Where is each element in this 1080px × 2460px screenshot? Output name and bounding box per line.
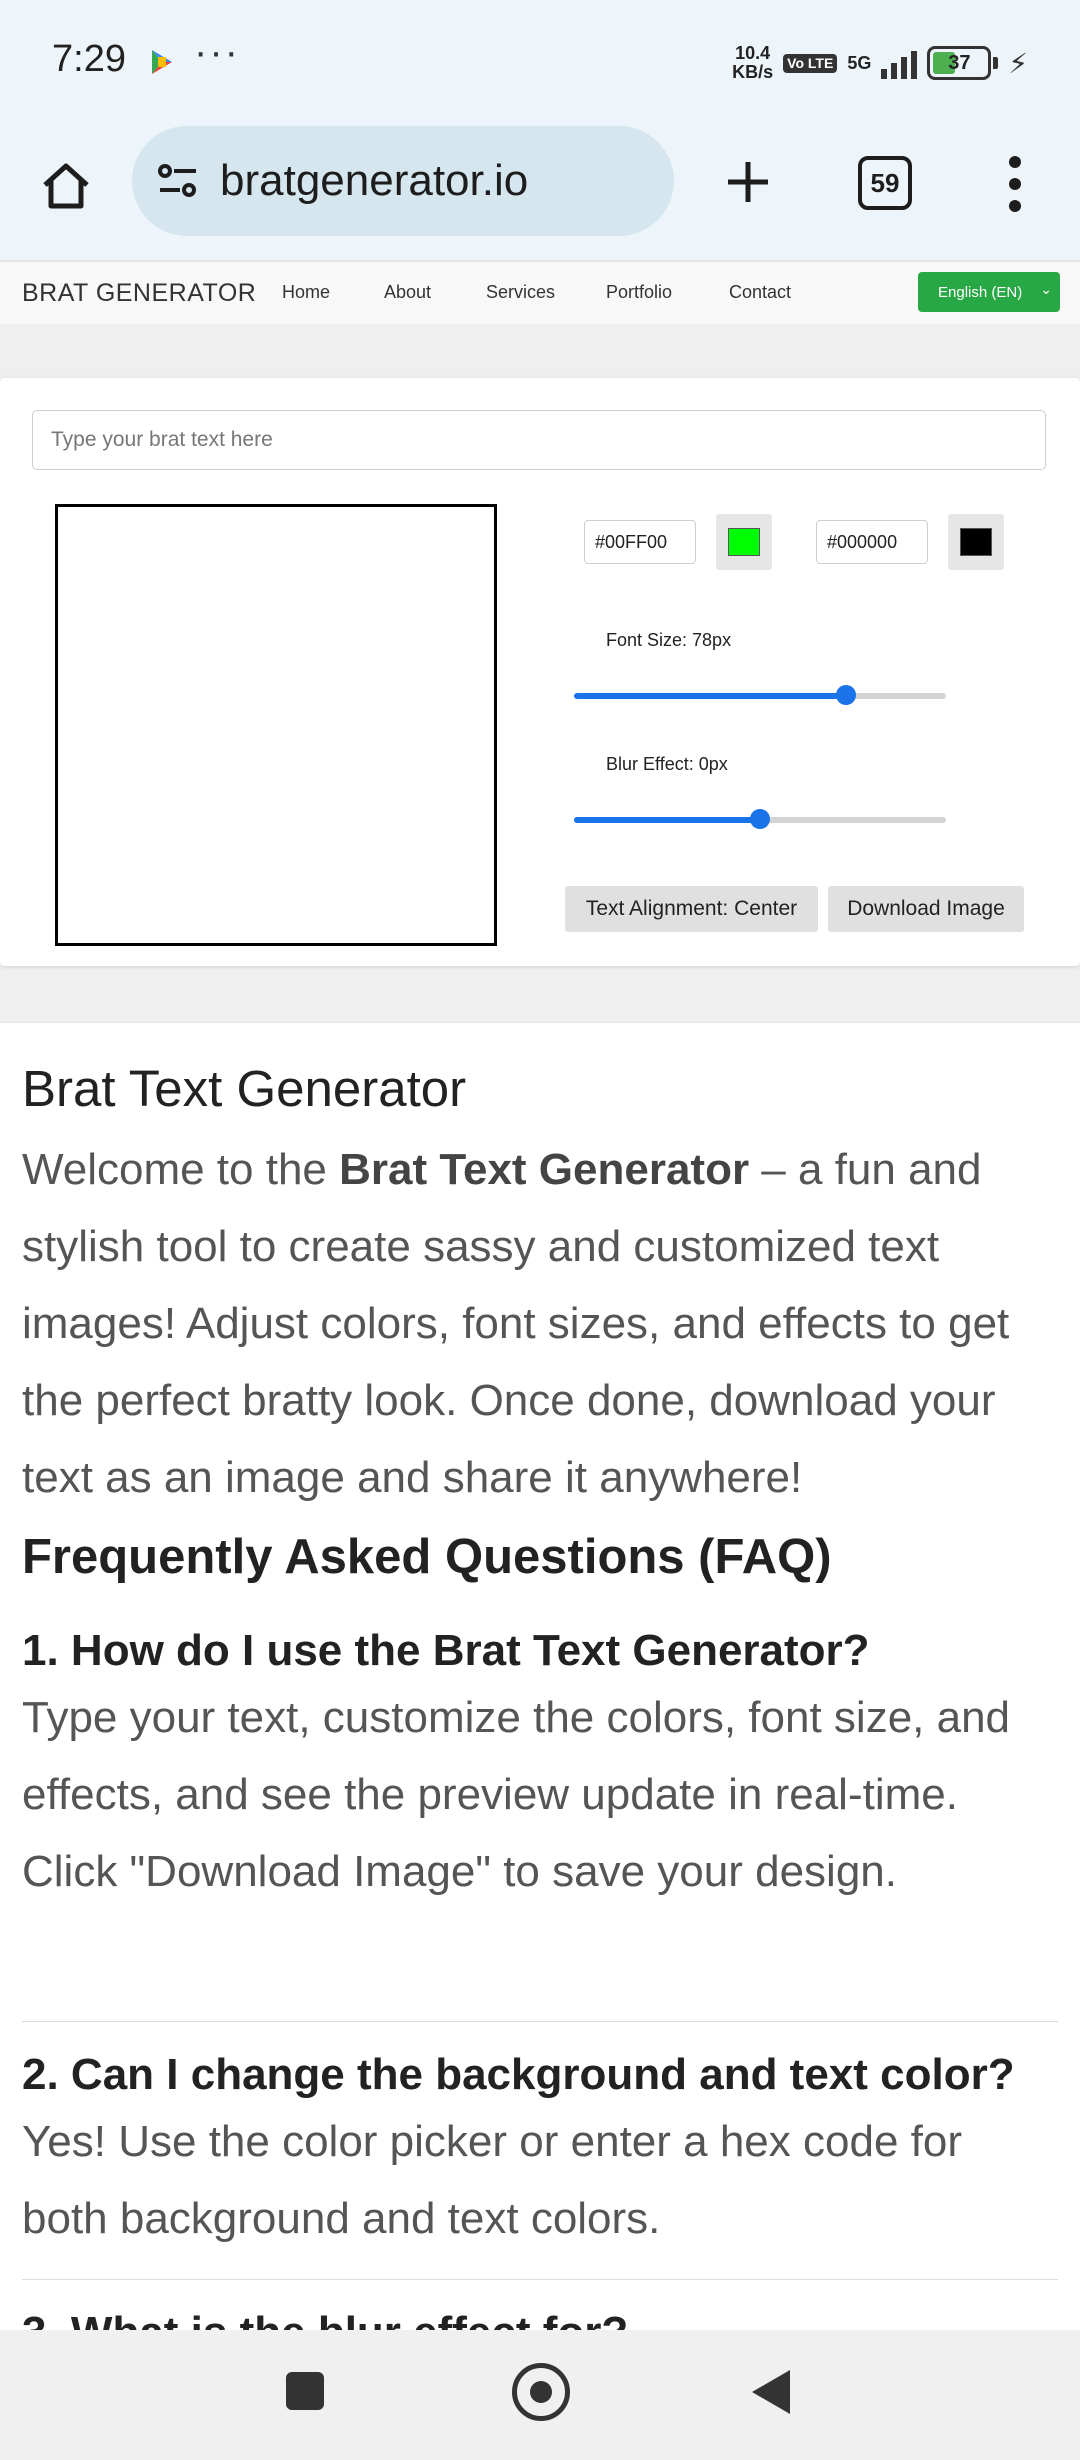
nav-link-contact[interactable]: Contact [729, 282, 791, 303]
battery-level: 37 [948, 51, 971, 74]
faq-divider [22, 2279, 1058, 2280]
status-bar: 7:29 ··· 10.4 KB/s Vo LTE 5G 37 ⚡ [0, 0, 1080, 120]
site-navbar: BRAT GENERATOR Home About Services Portf… [0, 260, 1080, 327]
status-time: 7:29 [52, 38, 126, 80]
brat-text-input[interactable] [32, 410, 1046, 470]
language-select[interactable]: English (EN) ⌄ [918, 272, 1060, 312]
background-hex-input[interactable] [584, 520, 696, 564]
recents-button[interactable] [286, 2372, 324, 2410]
background-swatch [728, 528, 760, 556]
faq-item: 1. How do I use the Brat Text Generator?… [22, 1623, 1058, 1910]
play-games-icon [152, 50, 172, 74]
overflow-menu-icon[interactable] [1000, 156, 1030, 212]
volte-icon: Vo LTE [783, 53, 838, 73]
home-circle-button[interactable] [512, 2363, 570, 2421]
faq-answer: Type your text, customize the colors, fo… [22, 1693, 1011, 1896]
text-alignment-button[interactable]: Text Alignment: Center [565, 886, 818, 932]
download-image-button[interactable]: Download Image [828, 886, 1024, 932]
language-value: English (EN) [938, 283, 1023, 301]
battery-icon: 37 [927, 46, 992, 80]
system-nav-bar [0, 2330, 1080, 2460]
browser-toolbar: bratgenerator.io 59 [0, 120, 1080, 260]
nav-link-home[interactable]: Home [282, 282, 330, 303]
faq-title: Frequently Asked Questions (FAQ) [22, 1530, 832, 1584]
article-title: Brat Text Generator [22, 1060, 467, 1117]
network-type: 5G [847, 52, 872, 73]
back-button[interactable] [752, 2370, 790, 2414]
signal-icon [881, 47, 918, 79]
nav-link-services[interactable]: Services [486, 282, 555, 303]
faq-question: 3. What is the blur effect for? [22, 2305, 1058, 2331]
nav-link-about[interactable]: About [384, 282, 431, 303]
site-brand[interactable]: BRAT GENERATOR [22, 279, 256, 308]
charging-icon: ⚡ [1008, 47, 1028, 79]
url-text: bratgenerator.io [220, 156, 529, 205]
preview-canvas [55, 504, 497, 946]
home-icon [43, 163, 89, 209]
faq-item: 3. What is the blur effect for? [22, 2305, 1058, 2331]
chevron-down-icon: ⌄ [1040, 281, 1052, 297]
blur-slider[interactable] [574, 806, 946, 834]
text-hex-input[interactable] [816, 520, 928, 564]
blur-slider-thumb[interactable] [750, 809, 770, 829]
background-color-picker[interactable] [716, 514, 772, 570]
text-color-picker[interactable] [948, 514, 1004, 570]
address-bar[interactable]: bratgenerator.io [132, 126, 674, 236]
generator-card: Font Size: 78px Blur Effect: 0px Text Al… [0, 378, 1080, 966]
article: Brat Text Generator Welcome to the Brat … [0, 1022, 1080, 2331]
font-size-slider-thumb[interactable] [835, 685, 856, 705]
tab-switcher-button[interactable]: 59 [858, 156, 912, 210]
article-intro: Welcome to the Brat Text Generator – a f… [22, 1145, 1010, 1502]
plus-icon [728, 162, 768, 202]
new-tab-button[interactable] [712, 146, 784, 218]
text-swatch [960, 528, 992, 556]
network-speed: 10.4 KB/s [732, 43, 774, 82]
faq-question: 1. How do I use the Brat Text Generator? [22, 1626, 870, 1675]
faq-item: 2. Can I change the background and text … [22, 2047, 1058, 2257]
faq-divider [22, 2021, 1058, 2022]
home-button[interactable] [30, 150, 102, 222]
font-size-slider[interactable] [574, 682, 946, 710]
font-size-label: Font Size: 78px [606, 630, 732, 650]
faq-answer: Yes! Use the color picker or enter a hex… [22, 2117, 962, 2243]
status-indicators: 10.4 KB/s Vo LTE 5G 37 ⚡ [732, 38, 1028, 88]
site-settings-icon[interactable] [154, 157, 202, 205]
blur-label: Blur Effect: 0px [606, 754, 728, 774]
faq-question: 2. Can I change the background and text … [22, 2050, 1015, 2099]
nav-link-portfolio[interactable]: Portfolio [606, 282, 672, 303]
notification-more-icon: ··· [194, 30, 240, 74]
